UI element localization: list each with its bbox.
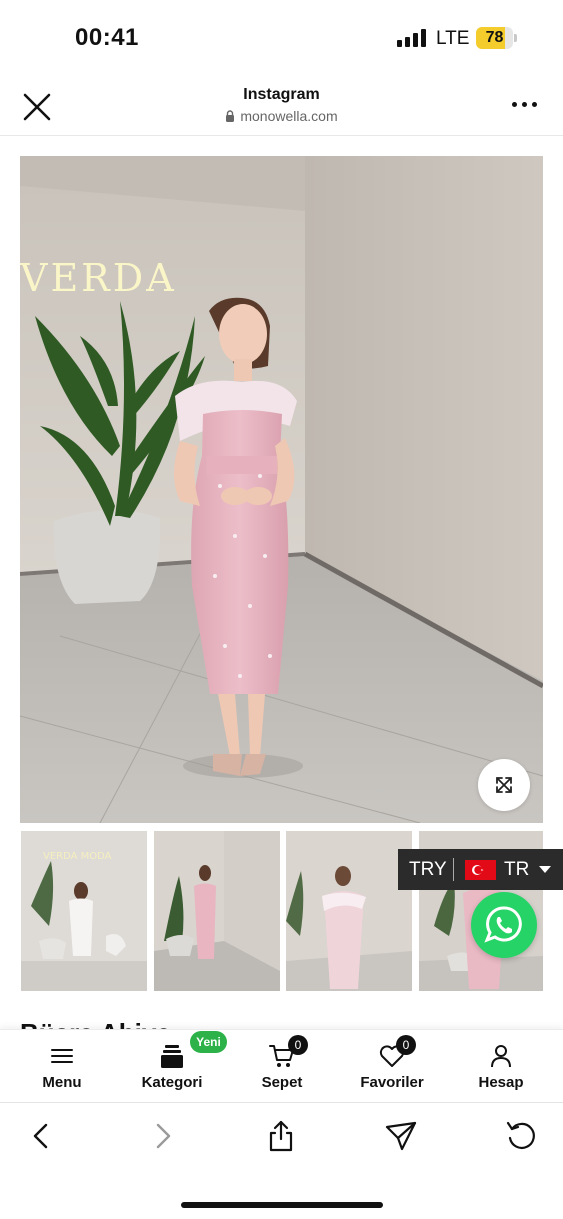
whatsapp-icon — [484, 906, 522, 943]
cart-count-badge: 0 — [288, 1035, 308, 1055]
currency-selector[interactable]: TRY TR — [398, 849, 563, 890]
nav-label: Hesap — [478, 1074, 524, 1091]
share-button[interactable] — [264, 1119, 298, 1153]
currency-divider — [453, 858, 454, 881]
nav-label: Kategori — [141, 1074, 203, 1091]
expand-icon — [496, 777, 512, 793]
thumbnail-3[interactable] — [286, 831, 412, 991]
thumbnail-image — [286, 831, 412, 991]
more-button[interactable] — [512, 102, 538, 110]
chevron-down-icon — [539, 866, 551, 873]
browser-header: Instagram monowella.com — [0, 74, 563, 136]
thumbnail-1[interactable]: VERDA MODA — [21, 831, 147, 991]
back-button[interactable] — [25, 1119, 59, 1153]
reload-button[interactable] — [504, 1119, 538, 1153]
nav-label: Menu — [42, 1074, 82, 1091]
status-bar: 00:41 LTE 78 — [0, 0, 563, 74]
nav-label: Favoriler — [360, 1074, 424, 1091]
turkey-flag-icon — [465, 860, 496, 880]
header-url[interactable]: monowella.com — [0, 108, 563, 124]
header-title: Instagram — [243, 86, 320, 103]
nav-favoriler[interactable]: 0 Favoriler — [356, 1030, 428, 1103]
thumbnail-image: VERDA MODA — [21, 831, 147, 991]
currency-code: TRY — [409, 859, 447, 880]
lock-icon — [226, 110, 235, 122]
nav-menu[interactable]: Menu — [22, 1030, 102, 1103]
reload-icon — [506, 1121, 535, 1149]
battery-icon: 78 — [476, 27, 517, 49]
product-photo: VERDA — [20, 156, 543, 823]
network-type: LTE — [436, 28, 470, 49]
expand-button[interactable] — [478, 759, 530, 811]
forward-icon — [156, 1123, 171, 1149]
signal-icon — [397, 29, 427, 47]
share-icon — [269, 1120, 293, 1152]
status-time: 00:41 — [75, 24, 139, 51]
send-button[interactable] — [384, 1119, 418, 1153]
bottom-nav: Menu Kategori 0 Sepet 0 Favoriler Hesap — [0, 1029, 563, 1102]
new-badge: Yeni — [190, 1031, 227, 1053]
favorites-count-badge: 0 — [396, 1035, 416, 1055]
nav-label: Sepet — [261, 1074, 303, 1091]
battery-level: 78 — [485, 29, 504, 46]
back-icon — [33, 1123, 48, 1149]
thumbnail-logo-text: VERDA MODA — [43, 851, 112, 862]
thumbnail-image — [154, 831, 280, 991]
send-icon — [385, 1121, 417, 1151]
forward-button[interactable] — [145, 1119, 179, 1153]
thumbnail-2[interactable] — [154, 831, 280, 991]
header-url-text: monowella.com — [240, 108, 338, 124]
nav-hesap[interactable]: Hesap — [470, 1030, 532, 1103]
main-product-image[interactable]: VERDA — [20, 156, 543, 823]
store-logo-text: VERDA — [20, 256, 177, 300]
menu-icon — [51, 1049, 73, 1063]
home-indicator — [181, 1202, 383, 1208]
language-code: TR — [504, 859, 530, 880]
category-icon — [161, 1045, 183, 1068]
user-icon — [491, 1045, 511, 1068]
nav-sepet[interactable]: 0 Sepet — [251, 1030, 313, 1103]
whatsapp-button[interactable] — [471, 892, 537, 958]
